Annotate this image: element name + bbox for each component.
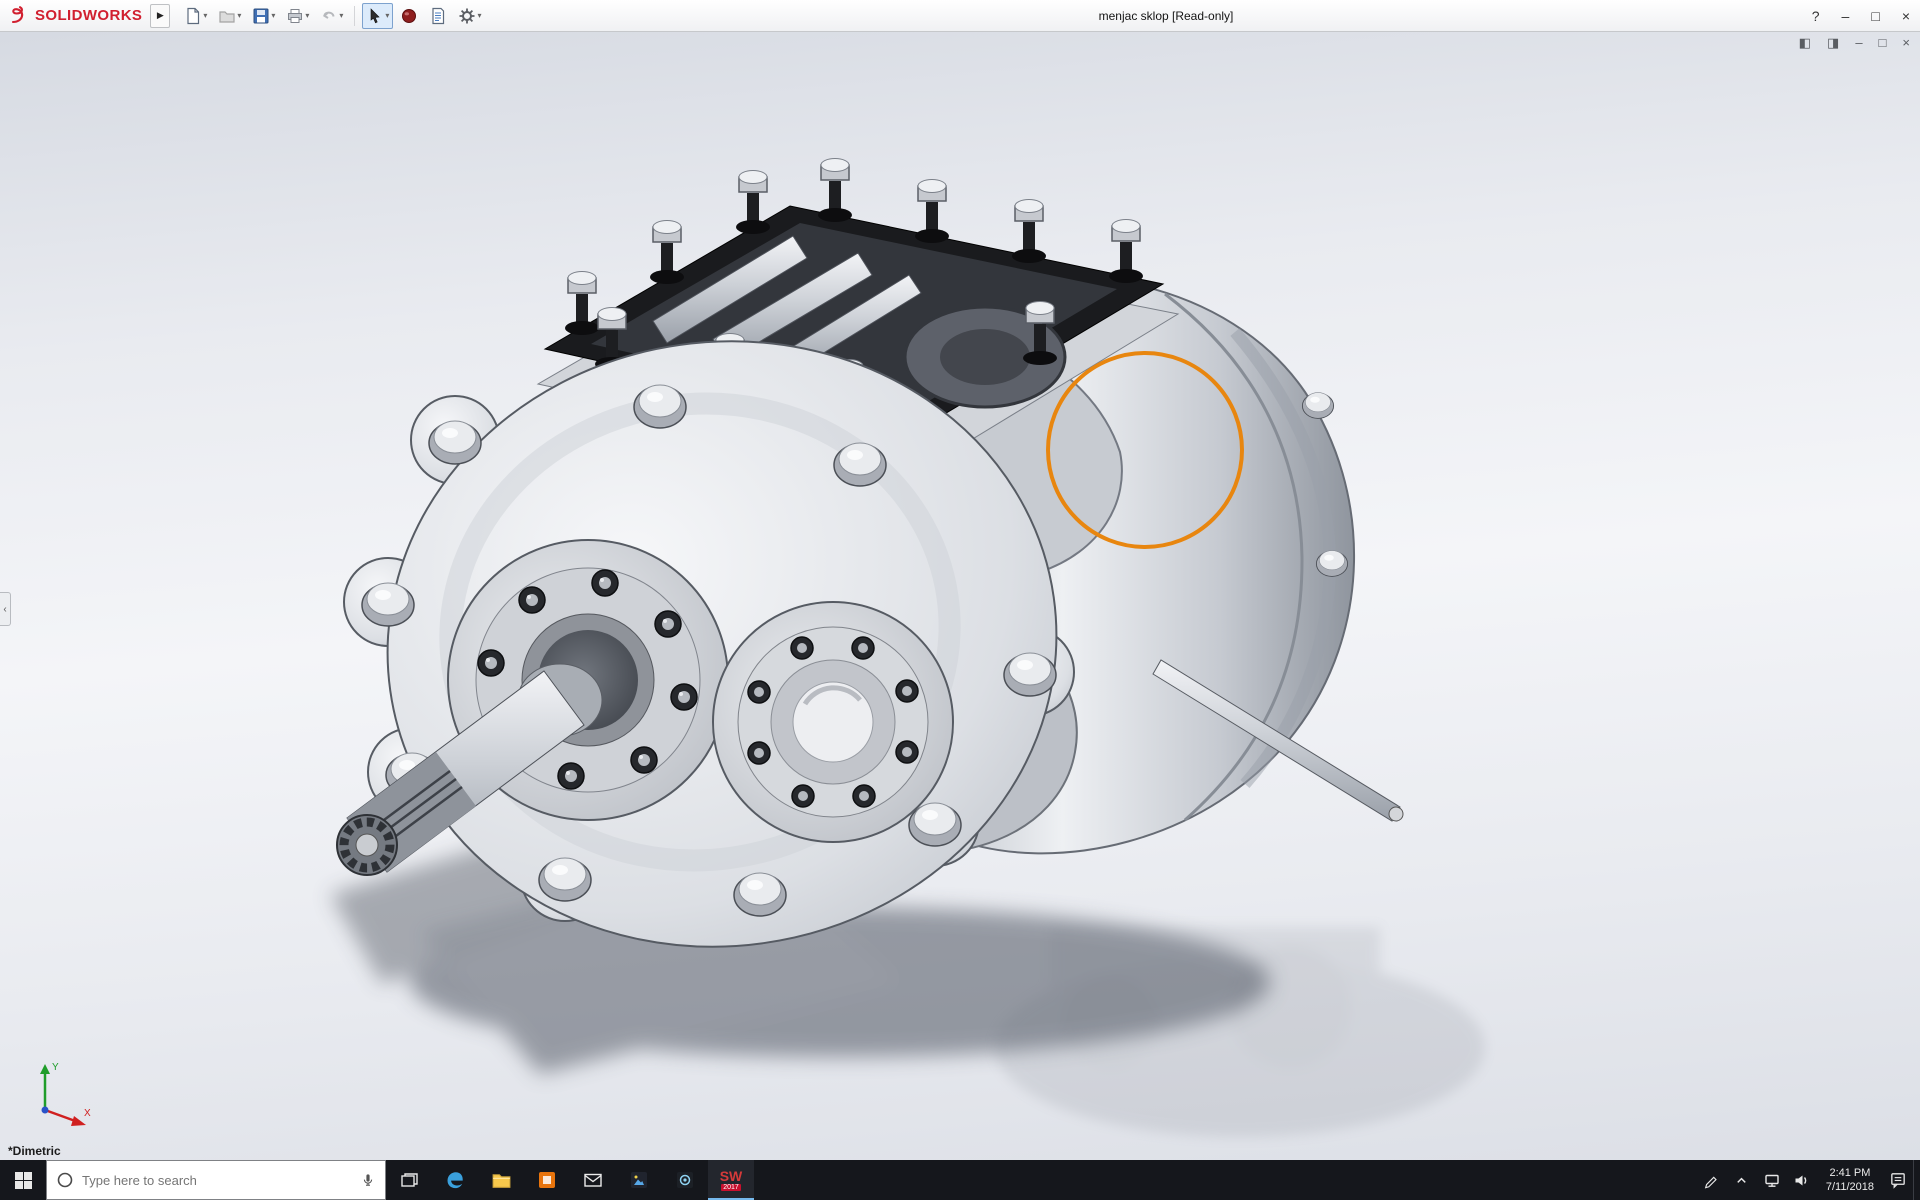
- solidworks-app-icon: SW 2017: [716, 1165, 746, 1195]
- solidworks-window: SOLIDWORKS ▶ ▾ ▾ ▾: [0, 0, 1920, 1200]
- pen-icon: [1703, 1172, 1720, 1189]
- open-button[interactable]: ▾: [214, 3, 245, 29]
- dropdown-caret[interactable]: ▾: [477, 11, 481, 20]
- mail-button[interactable]: [570, 1160, 616, 1200]
- view-orientation-label: *Dimetric: [8, 1144, 61, 1158]
- maximize-button[interactable]: □: [1871, 9, 1879, 23]
- task-view-button[interactable]: [386, 1160, 432, 1200]
- solidworks-taskbar-button[interactable]: SW 2017: [708, 1160, 754, 1200]
- dropdown-caret[interactable]: ▾: [271, 11, 275, 20]
- dropdown-caret[interactable]: ▾: [203, 11, 207, 20]
- dassault-systemes-logo: [8, 5, 30, 27]
- photos-icon: [629, 1170, 649, 1190]
- print-icon: [286, 7, 304, 25]
- print-button[interactable]: ▾: [282, 3, 313, 29]
- volume-tray-button[interactable]: [1787, 1160, 1817, 1200]
- file-explorer-icon: [491, 1171, 512, 1190]
- dropdown-caret[interactable]: ▾: [339, 11, 343, 20]
- graphics-viewport[interactable]: ◧ ◨ – □ × ‹: [0, 32, 1920, 1160]
- standard-toolbar: ▾ ▾ ▾ ▾: [180, 0, 485, 31]
- dropdown-caret[interactable]: ▾: [385, 11, 389, 20]
- toolbar-separator: [354, 6, 355, 26]
- action-center-icon: [1889, 1171, 1907, 1189]
- store-icon: [537, 1170, 557, 1190]
- store-button[interactable]: [524, 1160, 570, 1200]
- save-button[interactable]: ▾: [248, 3, 279, 29]
- select-tool-button[interactable]: ▾: [362, 3, 393, 29]
- microphone-icon[interactable]: [360, 1171, 376, 1189]
- start-button[interactable]: [0, 1160, 46, 1200]
- edge-button[interactable]: [432, 1160, 478, 1200]
- pane-right-icon[interactable]: ◨: [1827, 36, 1839, 49]
- undo-button[interactable]: ▾: [316, 3, 347, 29]
- pen-tray-button[interactable]: [1697, 1160, 1727, 1200]
- doc-restore-button[interactable]: □: [1879, 36, 1887, 49]
- window-controls: ? – □ ×: [1812, 0, 1910, 31]
- output-hub: [713, 602, 953, 842]
- minimize-button[interactable]: –: [1842, 9, 1850, 23]
- undo-arrow-icon: [320, 7, 338, 25]
- orientation-triad: Y X: [40, 1062, 91, 1126]
- doc-minimize-button[interactable]: –: [1855, 36, 1862, 49]
- solidworks-brand: SOLIDWORKS: [0, 0, 150, 31]
- network-icon: [1763, 1172, 1781, 1189]
- mail-icon: [583, 1170, 603, 1190]
- gearbox-model[interactable]: [337, 159, 1403, 990]
- show-desktop-button[interactable]: [1913, 1160, 1920, 1200]
- media-app-icon: [675, 1170, 695, 1190]
- action-center-button[interactable]: [1883, 1160, 1913, 1200]
- gear-icon: [458, 7, 476, 25]
- pane-left-icon[interactable]: ◧: [1799, 36, 1811, 49]
- clock-time: 2:41 PM: [1829, 1166, 1870, 1180]
- open-folder-icon: [218, 7, 236, 25]
- options-button[interactable]: ▾: [454, 3, 485, 29]
- model-reflection: [995, 927, 1485, 1137]
- network-tray-button[interactable]: [1757, 1160, 1787, 1200]
- new-document-icon: [184, 7, 202, 25]
- clock-date: 7/11/2018: [1826, 1180, 1874, 1194]
- file-properties-icon: [429, 7, 447, 25]
- viewport-canvas[interactable]: Y X: [0, 32, 1920, 1160]
- task-view-icon: [400, 1172, 419, 1188]
- system-tray: 2:41 PM 7/11/2018: [1697, 1160, 1920, 1200]
- triad-y-label: Y: [52, 1062, 59, 1073]
- media-app-button[interactable]: [662, 1160, 708, 1200]
- render-sphere-button[interactable]: [396, 3, 422, 29]
- help-button[interactable]: ?: [1812, 9, 1820, 23]
- menu-expand-arrow[interactable]: ▶: [150, 4, 170, 28]
- speaker-icon: [1793, 1172, 1810, 1189]
- search-input[interactable]: [82, 1173, 352, 1188]
- render-sphere-icon: [400, 7, 418, 25]
- windows-taskbar: SW 2017: [0, 1160, 1920, 1200]
- doc-close-button[interactable]: ×: [1902, 36, 1910, 49]
- triad-x-label: X: [84, 1108, 91, 1119]
- hidden-icons-button[interactable]: [1727, 1160, 1757, 1200]
- save-floppy-icon: [252, 7, 270, 25]
- close-button[interactable]: ×: [1902, 9, 1910, 23]
- brand-text: SOLIDWORKS: [35, 7, 142, 24]
- taskbar-search[interactable]: [46, 1160, 386, 1200]
- edge-icon: [444, 1169, 466, 1191]
- file-explorer-button[interactable]: [478, 1160, 524, 1200]
- document-title: menjac sklop [Read-only]: [1099, 9, 1234, 23]
- dropdown-caret[interactable]: ▾: [237, 11, 241, 20]
- dropdown-caret[interactable]: ▾: [305, 11, 309, 20]
- cortana-circle-icon: [56, 1171, 74, 1189]
- photos-button[interactable]: [616, 1160, 662, 1200]
- select-cursor-icon: [366, 7, 384, 25]
- document-window-controls: ◧ ◨ – □ ×: [1799, 36, 1910, 49]
- taskbar-clock[interactable]: 2:41 PM 7/11/2018: [1817, 1160, 1883, 1200]
- feature-manager-collapse-tab[interactable]: ‹: [0, 592, 11, 626]
- windows-logo-icon: [15, 1172, 32, 1189]
- file-properties-button[interactable]: [425, 3, 451, 29]
- chevron-up-icon: [1734, 1173, 1749, 1188]
- titlebar: SOLIDWORKS ▶ ▾ ▾ ▾: [0, 0, 1920, 32]
- new-document-button[interactable]: ▾: [180, 3, 211, 29]
